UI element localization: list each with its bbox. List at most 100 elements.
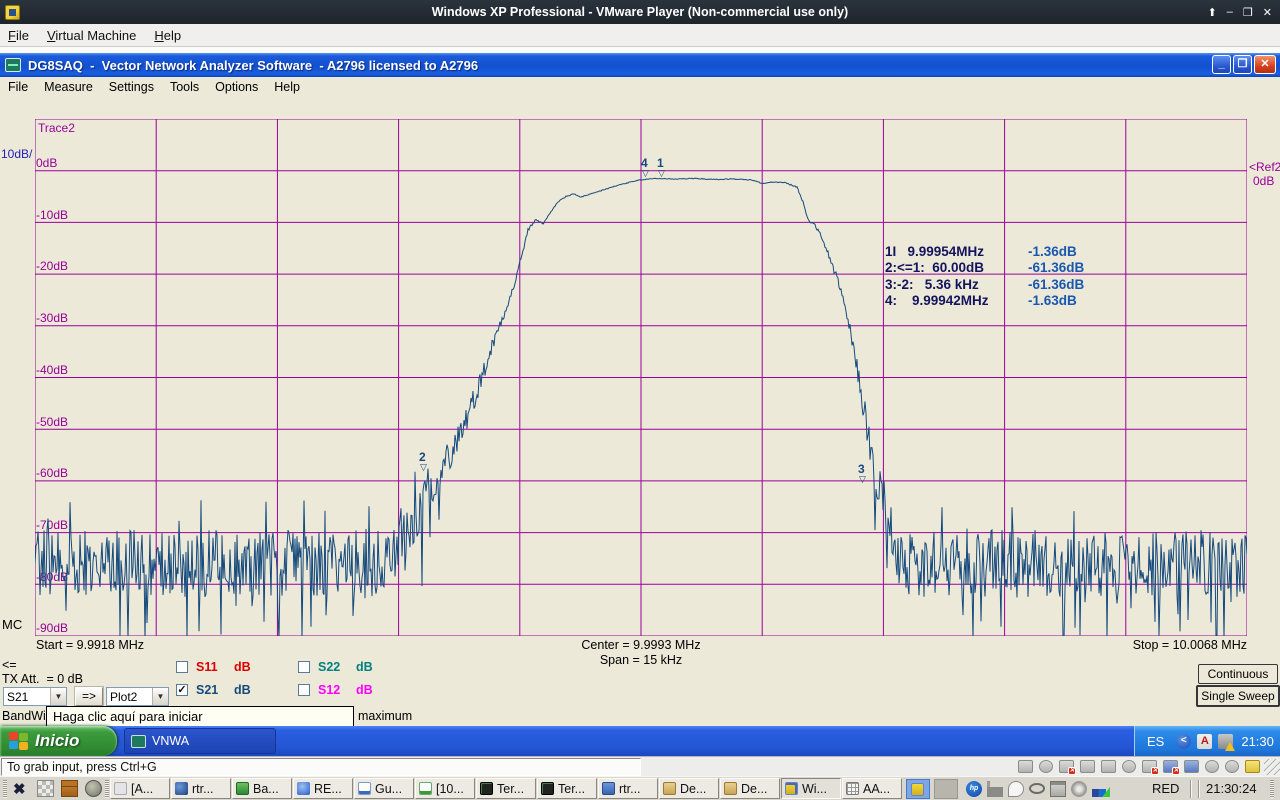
host-window-10[interactable]: [10... [415,778,475,799]
divider [1198,780,1200,798]
vnwa-minimize-button[interactable]: _ [1212,55,1231,74]
host-window-gu[interactable]: Gu... [354,778,414,799]
vnwa-menu-settings[interactable]: Settings [109,80,154,94]
marker-readout-value: -1.63dB [1028,293,1077,308]
single-sweep-button[interactable]: Single Sweep [1196,685,1280,707]
maximize-icon[interactable]: ❒ [1243,6,1253,19]
language-indicator[interactable]: ES [1147,734,1164,749]
plot-select[interactable]: Plot2 ▼ [106,687,169,706]
host-window-re[interactable]: RE... [293,778,353,799]
checkbox-label-s11: S11 [196,660,218,674]
host-window-ba[interactable]: Ba... [232,778,292,799]
host-window-rtr[interactable]: rtr... [598,778,658,799]
chevron-down-icon[interactable]: ▼ [50,688,66,705]
signal-bars-icon[interactable] [987,781,1003,797]
acrobat-icon[interactable]: A [1197,734,1212,749]
host-window-aa[interactable]: AA... [842,778,902,799]
empty-tile[interactable] [934,779,958,799]
vnwa-menu-file[interactable]: File [8,80,28,94]
usb-device-icon[interactable] [1184,760,1199,773]
floppy-disconnected-icon[interactable]: ✕ [1059,760,1074,773]
folder-icon [663,782,676,795]
marker-readout-value: -61.36dB [1028,277,1084,292]
globe-icon [297,782,310,795]
vnwa-restore-button[interactable]: ❐ [1233,55,1252,74]
chat-bubble-icon[interactable] [1008,781,1024,797]
checkbox-s12[interactable] [298,684,310,696]
close-icon[interactable]: ✕ [1263,6,1272,19]
folder-icon [724,782,737,795]
scissors-icon [114,782,127,795]
vnwa-menu-help[interactable]: Help [274,80,300,94]
vmware-window-title: Windows XP Professional - VMware Player … [0,5,1280,19]
round-app-icon[interactable] [85,780,102,797]
host-window-rtr[interactable]: rtr... [171,778,231,799]
menu-item-file[interactable]: File [8,28,29,43]
fullscreen-icon[interactable]: ⬆ [1208,6,1217,19]
menu-item-virtual-machine[interactable]: Virtual Machine [47,28,136,43]
sound-adapter-icon[interactable] [1122,760,1136,773]
vnwa-menu-tools[interactable]: Tools [170,80,199,94]
panel-handle[interactable] [3,780,7,798]
checkbox-label-s22: S22 [318,660,340,674]
marker-triangle-icon: ▽ [642,168,649,179]
printer-icon[interactable] [1101,760,1116,773]
disc-icon[interactable] [1071,781,1087,797]
clipboard-icon[interactable] [1050,781,1066,797]
minimize-icon[interactable]: – [1227,6,1233,19]
checkbox-label-s21: S21 [196,683,218,697]
display-disconnected-icon[interactable]: ✕ [1163,760,1178,773]
host-window-de[interactable]: De... [720,778,780,799]
host-window-wi[interactable]: Wi... [781,778,841,799]
checkbox-s21[interactable]: ✓ [176,684,188,696]
vmware-tools-warning-icon[interactable] [1218,734,1233,749]
vnwa-menu-measure[interactable]: Measure [44,80,93,94]
dark-cross-icon[interactable]: ✖ [13,780,30,797]
blue-orb-icon [175,782,188,795]
network-status-label: RED [1152,781,1179,796]
screenshot-launcher-icon[interactable] [37,780,54,797]
notes-icon[interactable] [1245,760,1260,773]
checkbox-s22[interactable] [298,661,310,673]
usb-device-disconnected-icon[interactable]: ✕ [1142,760,1157,773]
panel-handle[interactable] [105,780,109,798]
device-a-icon[interactable] [1205,760,1219,773]
network-monitor-icon[interactable] [1092,781,1108,797]
vnwa-close-button[interactable]: ✕ [1254,55,1276,74]
x-axis-stop: Stop = 10.0068 MHz [1060,638,1247,652]
hard-disk-icon[interactable] [1018,760,1033,773]
host-clock[interactable]: 21:30:24 [1206,781,1257,796]
start-button[interactable]: Inicio [0,726,117,756]
tx-att-label: TX Att. = 0 dB [2,672,83,686]
assign-button[interactable]: => [75,687,103,706]
cd-rom-icon[interactable] [1039,760,1053,773]
hide-icons-chevron-icon[interactable]: < [1176,734,1191,749]
menu-item-help[interactable]: Help [154,28,181,43]
taskbar-task-vnwa[interactable]: VNWA [124,728,276,754]
vnwa-titlebar: DG8SAQ - Vector Network Analyzer Softwar… [0,53,1280,77]
panel-handle[interactable] [1270,780,1274,798]
ref-label: <Ref2 [1249,160,1280,174]
vnwa-menu-options[interactable]: Options [215,80,258,94]
continuous-button[interactable]: Continuous [1198,664,1278,684]
host-window-ter[interactable]: Ter... [476,778,536,799]
source-select[interactable]: S21 ▼ [3,687,67,706]
marker-triangle-icon: ▽ [658,168,665,179]
taskbar-tooltip: Haga clic aquí para iniciar [46,706,354,727]
xp-taskbar: Inicio VNWA ES < A 21:30 [0,726,1280,756]
host-window-de[interactable]: De... [659,778,719,799]
chevron-down-icon[interactable]: ▼ [152,688,168,705]
checkbox-s11[interactable] [176,661,188,673]
vmware-launcher-tile[interactable] [906,779,930,799]
hp-icon[interactable]: hp [966,781,982,797]
file-cabinet-icon[interactable] [61,780,78,797]
device-b-icon[interactable] [1225,760,1239,773]
host-window-a[interactable]: [A... [110,778,170,799]
host-window-ter[interactable]: Ter... [537,778,597,799]
checkbox-unit: dB [356,683,373,697]
xp-clock[interactable]: 21:30 [1241,734,1274,749]
usb-controller-icon[interactable] [1080,760,1095,773]
resize-grip[interactable] [1264,759,1280,775]
start-button-label: Inicio [35,731,79,751]
ellipse-icon[interactable] [1029,783,1045,794]
